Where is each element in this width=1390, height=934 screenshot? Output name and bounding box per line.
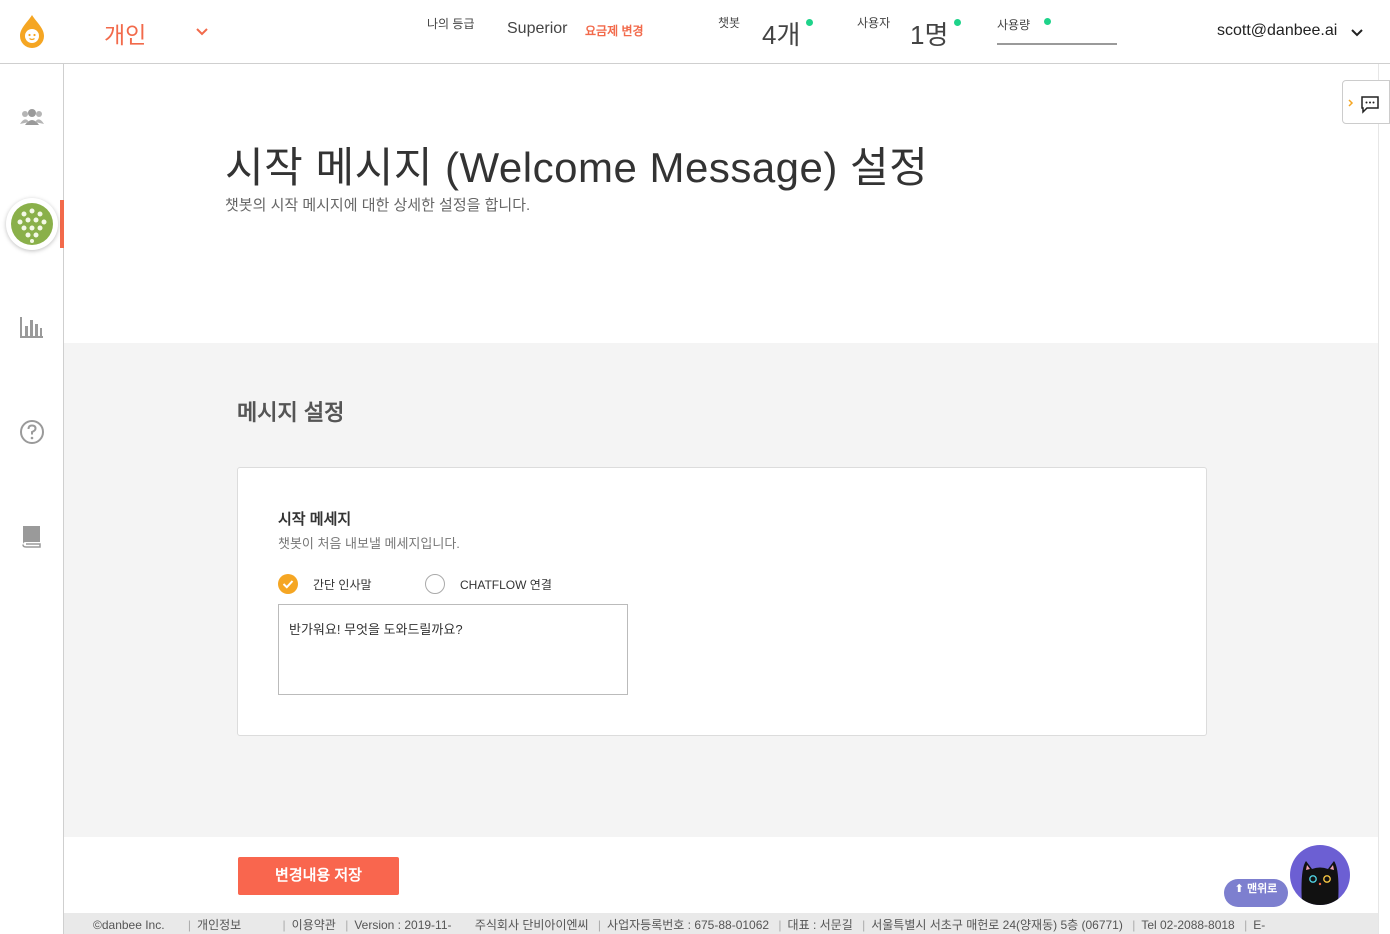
grade-value: Superior [507, 20, 568, 37]
main-content: 시작 메시지 (Welcome Message) 설정 챗봇의 시작 메시지에 … [64, 64, 1378, 934]
welcome-message-card: 시작 메세지 챗봇이 처음 내보낼 메세지입니다. 간단 인사말 CHATFLO… [237, 467, 1207, 736]
welcome-message-input[interactable]: 반가워요! 무엇을 도와드릴까요? [278, 604, 628, 695]
radio-chatflow-label[interactable]: CHATFLOW 연결 [460, 576, 552, 593]
users-icon[interactable] [19, 104, 45, 130]
footer-address: 서울특별시 서초구 매헌로 24(양재동) 5층 (06771) [871, 918, 1123, 932]
bot-avatar[interactable] [6, 198, 58, 250]
plan-change-link[interactable]: 요금제 변경 [585, 22, 644, 39]
radio-simple-greeting[interactable] [278, 574, 298, 594]
chatbot-label: 챗봇 [718, 16, 741, 30]
chat-bubble-icon [1348, 96, 1379, 114]
footer-terms-link[interactable]: 이용약관 [292, 918, 336, 932]
book-icon[interactable] [19, 523, 45, 549]
help-icon[interactable] [19, 419, 45, 445]
chatbot-status-dot [806, 19, 813, 26]
card-title: 시작 메세지 [278, 511, 352, 528]
grade-label: 나의 등급 [427, 17, 475, 31]
usage-label: 사용량 [997, 18, 1031, 32]
message-settings-section: 메시지 설정 시작 메세지 챗봇이 처음 내보낼 메세지입니다. 간단 인사말 … [64, 343, 1378, 837]
account-menu[interactable]: scott@danbee.ai [1217, 22, 1337, 40]
check-icon [282, 580, 294, 589]
footer: ©danbee Inc. | 개인정보 | 이용약관 | Version : 2019… [64, 913, 1378, 934]
user-status-dot [954, 19, 961, 26]
cat-icon [1301, 861, 1339, 905]
user-label: 사용자 [857, 16, 891, 30]
page-title: 시작 메시지 (Welcome Message) 설정 [225, 144, 929, 191]
card-subtitle: 챗봇이 처음 내보낼 메세지입니다. [278, 536, 460, 551]
usage-status-dot [1044, 18, 1051, 25]
footer-company: 주식회사 단비아이엔씨 [474, 918, 589, 932]
left-sidebar [0, 64, 64, 934]
save-button[interactable]: 변경내용 저장 [238, 857, 399, 895]
chatbot-count: 4개 [762, 20, 801, 50]
usage-bar [997, 43, 1117, 45]
bot-avatar-pattern-icon [11, 203, 53, 245]
user-count: 1명 [910, 20, 949, 50]
top-header: 개인 나의 등급 Superior 요금제 변경 챗봇 4개 사용자 1명 사용… [0, 0, 1390, 64]
radio-chatflow[interactable] [425, 574, 445, 594]
footer-biz-no: 사업자등록번호 : 675-88-01062 [607, 918, 770, 932]
footer-privacy-link[interactable]: 개인정보 [197, 918, 241, 932]
section-title: 메시지 설정 [237, 400, 345, 425]
chevron-down-icon[interactable] [194, 24, 210, 40]
danbee-logo-icon[interactable] [17, 14, 47, 50]
scroll-to-top-button[interactable]: ⬆ 맨위로 [1224, 879, 1288, 907]
footer-version: Version : 2019-11- [354, 918, 452, 932]
chevron-down-icon[interactable] [1350, 26, 1364, 40]
footer-tel: Tel 02-2088-8018 [1141, 918, 1235, 932]
radio-simple-greeting-label[interactable]: 간단 인사말 [313, 576, 372, 593]
page-subtitle: 챗봇의 시작 메시지에 대한 상세한 설정을 합니다. [225, 197, 531, 214]
chat-panel-toggle[interactable] [1342, 80, 1390, 124]
footer-ceo: 대표 : 서문길 [787, 918, 853, 932]
scrollbar[interactable] [1378, 64, 1390, 934]
chart-icon[interactable] [19, 314, 45, 340]
chatbot-cat-launcher[interactable] [1290, 845, 1350, 905]
footer-email: E- [1253, 918, 1266, 932]
workspace-selector[interactable]: 개인 [104, 16, 146, 50]
footer-copyright: ©danbee Inc. [93, 918, 165, 932]
